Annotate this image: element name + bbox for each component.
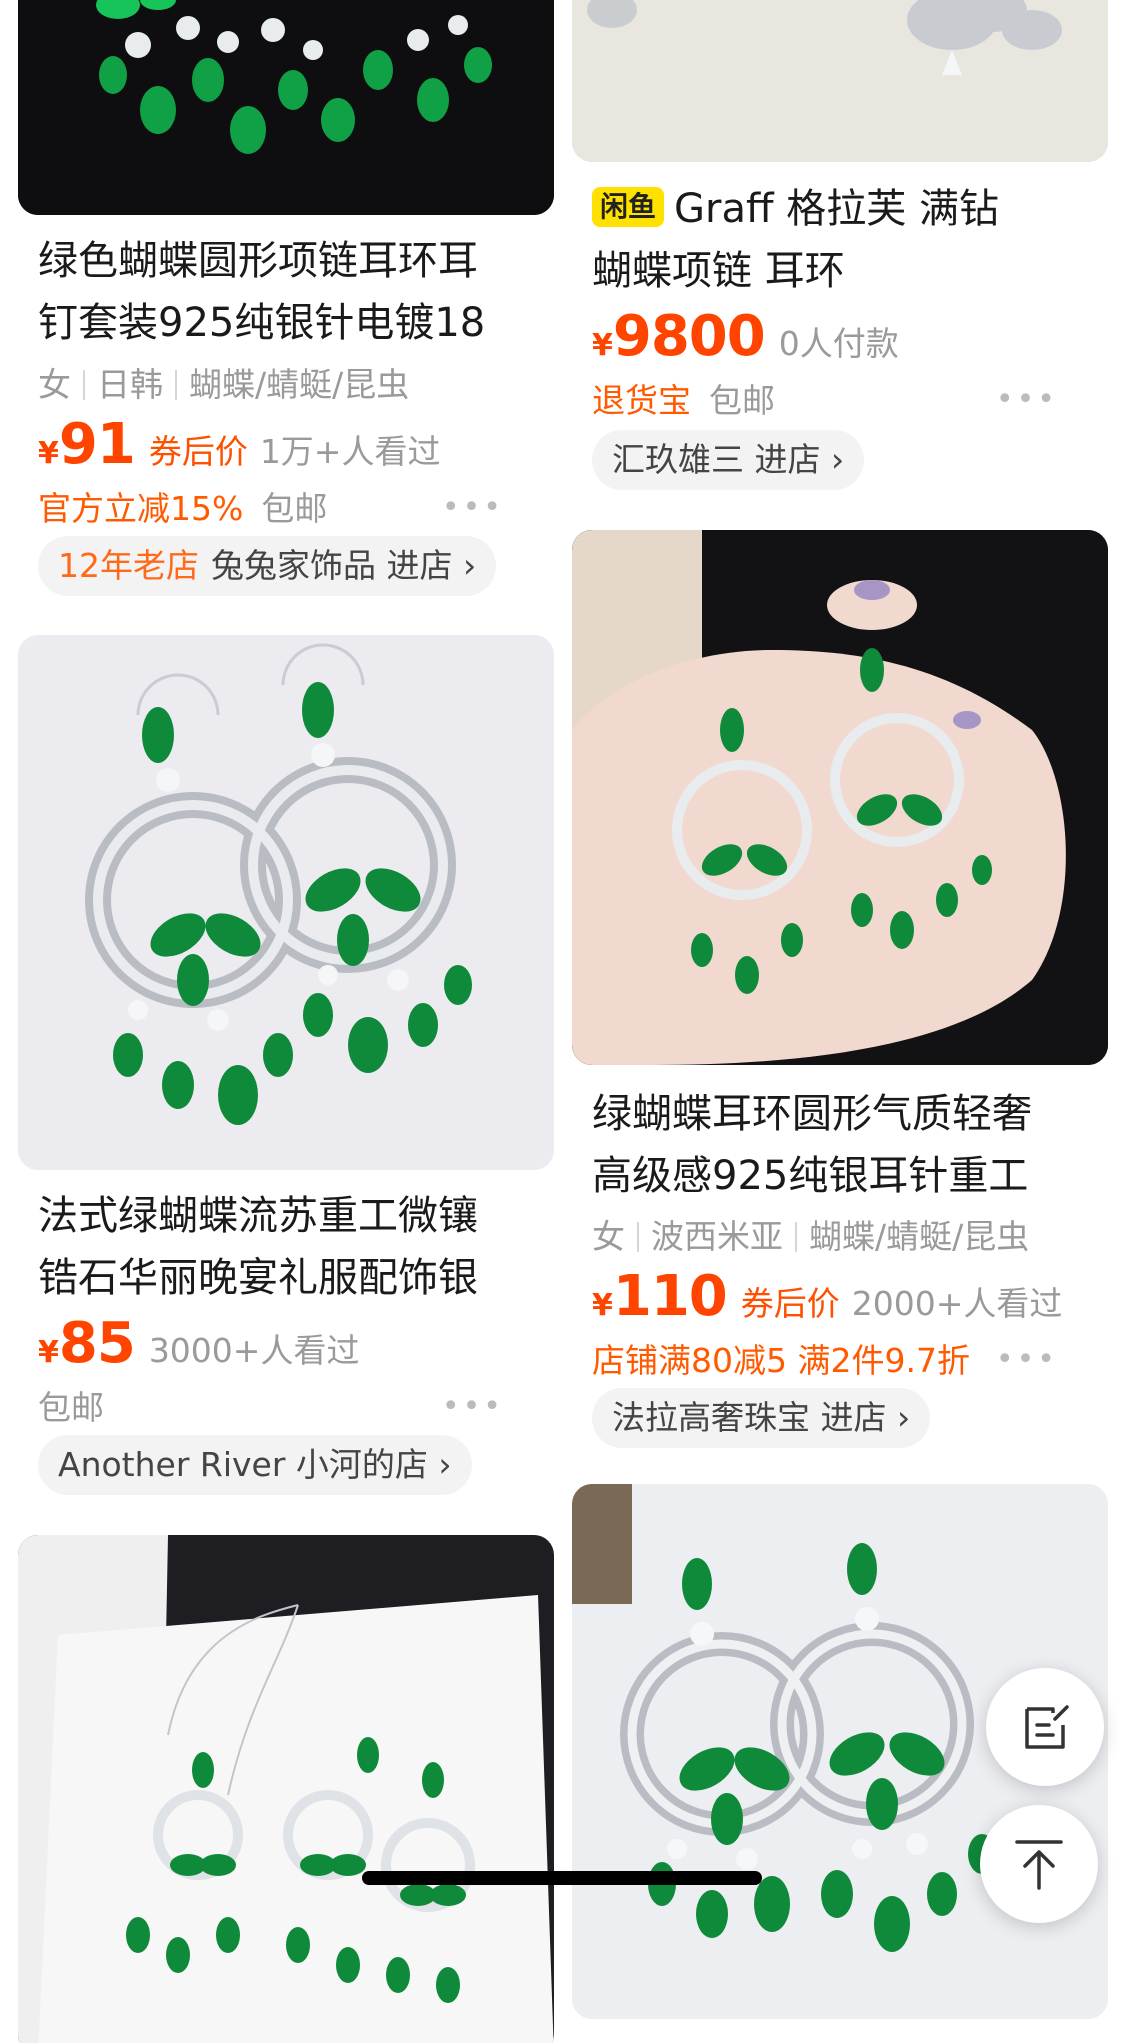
promo-row: 包邮 •••: [38, 1388, 504, 1427]
more-options-icon[interactable]: •••: [996, 1342, 1058, 1377]
price-row: ¥ 9800 0人付款: [592, 304, 899, 369]
promo-row: 店铺满80减5 满2件9.7折 •••: [592, 1341, 1058, 1380]
promo-row: 官方立减15% 包邮 •••: [38, 489, 504, 528]
product-image[interactable]: [18, 635, 554, 1170]
chevron-right-icon: ›: [463, 546, 477, 585]
product-tags: 女波西米亚 蝴蝶/蜻蜓/昆虫: [592, 1217, 1030, 1256]
product-tags: 女日韩 蝴蝶/蜻蜓/昆虫: [38, 365, 410, 404]
store-link[interactable]: 法拉高奢珠宝 进店 ›: [592, 1388, 931, 1448]
emerald-earring-image: [18, 635, 554, 1170]
chevron-right-icon: ›: [438, 1445, 452, 1484]
payment-count: 0人付款: [778, 324, 899, 363]
product-card[interactable]: 绿蝴蝶耳环圆形气质轻奢 高级感925纯银耳针重工 女波西米亚 蝴蝶/蜻蜓/昆虫 ¥…: [572, 530, 1108, 1450]
product-image[interactable]: [18, 0, 554, 215]
chevron-right-icon: ›: [831, 440, 845, 479]
view-count: 3000+人看过: [148, 1331, 360, 1370]
price-row: ¥ 91 券后价 1万+人看过: [38, 412, 441, 477]
jewelry-image: [572, 0, 1108, 162]
price-row: ¥ 85 3000+人看过: [38, 1311, 360, 1376]
product-card[interactable]: 法式绿蝴蝶流苏重工微镶 锆石华丽晚宴礼服配饰银 ¥ 85 3000+人看过 包邮…: [18, 635, 554, 1495]
hand-earring-image: [572, 530, 1108, 1065]
price: 110: [612, 1264, 728, 1329]
product-image[interactable]: [572, 0, 1108, 162]
store-link[interactable]: Another River 小河的店 ›: [38, 1435, 472, 1495]
product-title[interactable]: 绿蝴蝶耳环圆形气质轻奢 高级感925纯银耳针重工: [592, 1083, 1102, 1207]
promo-row: 退货宝 包邮 •••: [592, 381, 1058, 420]
xianyu-badge: 闲鱼: [592, 187, 665, 227]
product-card[interactable]: 闲鱼 Graff 格拉芙 满钻 蝴蝶项链 耳环 ¥ 9800 0人付款 退货宝 包邮…: [572, 0, 1108, 520]
home-indicator[interactable]: [362, 1871, 762, 1885]
price: 9800: [612, 304, 766, 369]
back-to-top-button[interactable]: [980, 1805, 1098, 1923]
price: 85: [58, 1311, 136, 1376]
more-options-icon[interactable]: •••: [996, 382, 1058, 417]
store-link[interactable]: 12年老店 兔兔家饰品 进店 ›: [38, 536, 497, 596]
coupon-label: 券后价: [148, 432, 248, 471]
store-link[interactable]: 汇玖雄三 进店 ›: [592, 430, 865, 490]
price: 91: [58, 412, 136, 477]
edit-note-icon: [1025, 1705, 1069, 1749]
view-count: 1万+人看过: [259, 432, 441, 471]
product-card[interactable]: [18, 1535, 554, 2043]
more-options-icon[interactable]: •••: [442, 490, 504, 525]
arrow-up-icon: [1015, 1840, 1063, 1890]
more-options-icon[interactable]: •••: [442, 1389, 504, 1424]
product-title[interactable]: 法式绿蝴蝶流苏重工微镶 锆石华丽晚宴礼服配饰银: [38, 1185, 548, 1309]
necklace-set-image: [18, 1535, 554, 2043]
chevron-right-icon: ›: [897, 1398, 911, 1437]
emerald-earring-image: [18, 0, 554, 215]
feedback-button[interactable]: [986, 1668, 1104, 1786]
product-title[interactable]: 绿色蝴蝶圆形项链耳环耳 钉套装925纯银针电镀18: [38, 230, 548, 354]
store-age-badge: 12年老店: [58, 546, 199, 585]
product-image[interactable]: [572, 530, 1108, 1065]
view-count: 2000+人看过: [851, 1284, 1063, 1323]
product-title[interactable]: 闲鱼 Graff 格拉芙 满钻 蝴蝶项链 耳环: [592, 178, 1102, 302]
coupon-label: 券后价: [740, 1284, 840, 1323]
product-image[interactable]: [18, 1535, 554, 2043]
product-card[interactable]: 绿色蝴蝶圆形项链耳环耳 钉套装925纯银针电镀18 女日韩 蝴蝶/蜻蜓/昆虫 ¥ …: [18, 0, 554, 610]
price-row: ¥ 110 券后价 2000+人看过: [592, 1264, 1063, 1329]
